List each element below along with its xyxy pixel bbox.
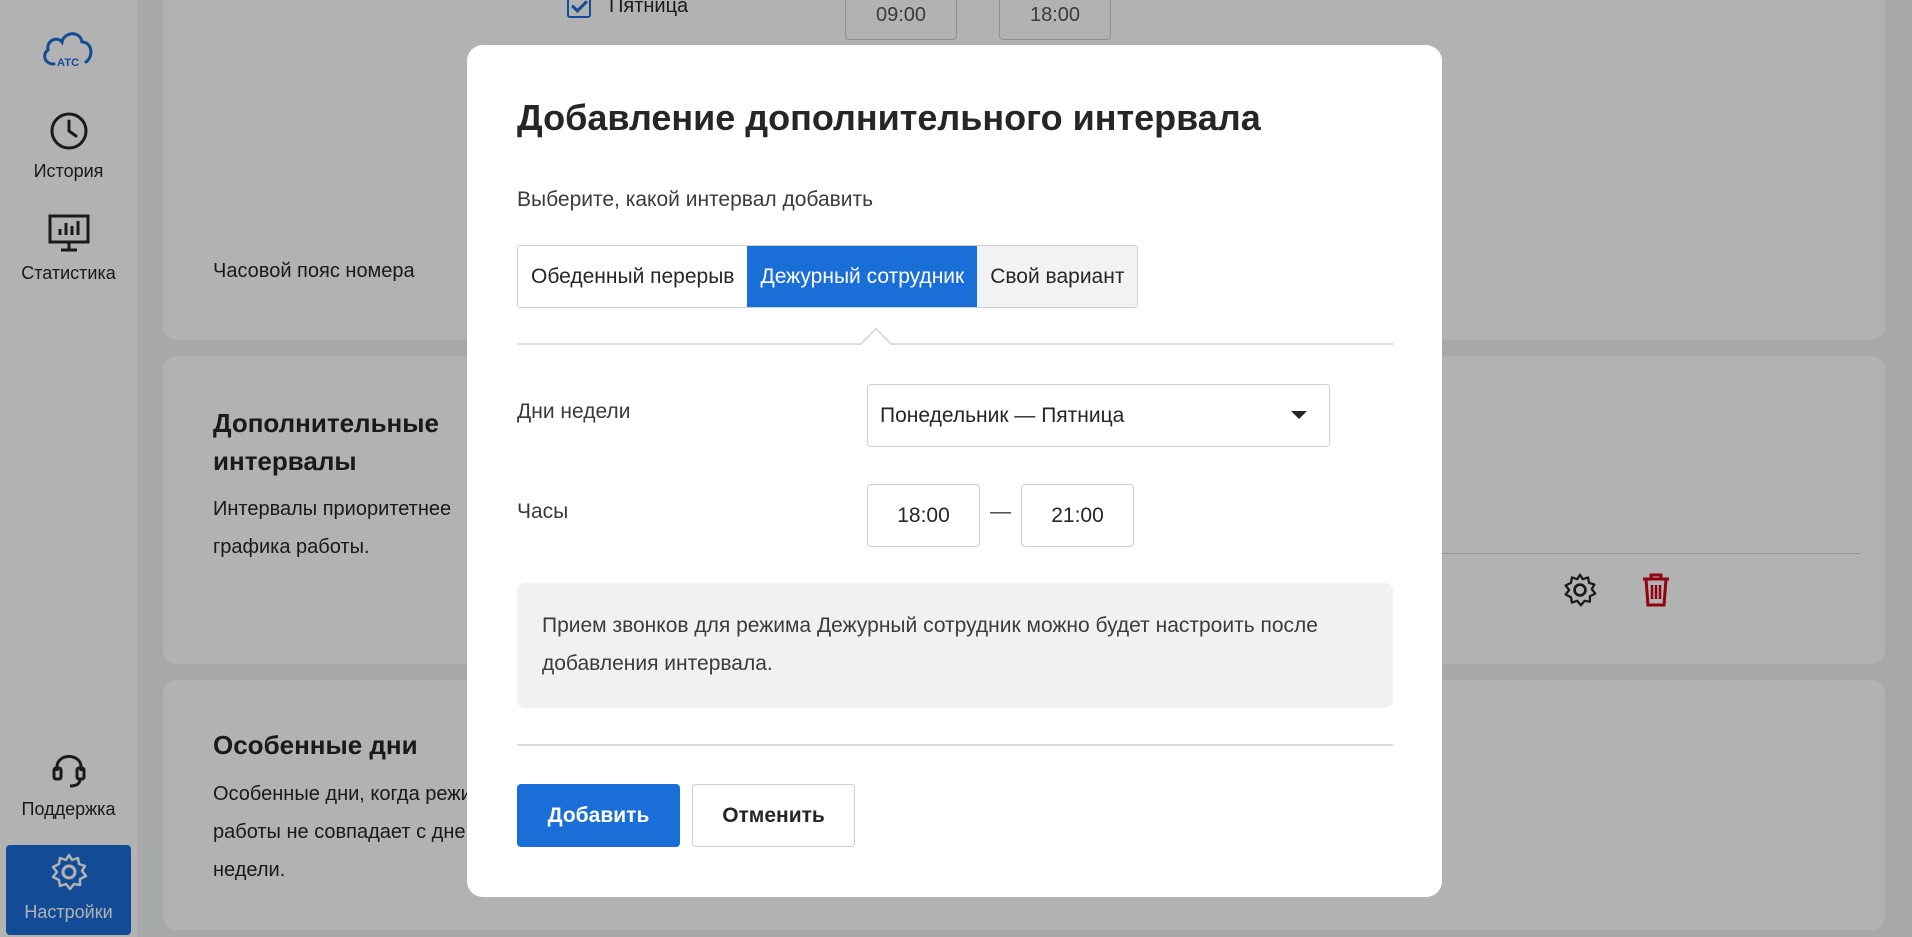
days-label: Дни недели [517,400,631,423]
modal-title: Добавление дополнительного интервала [517,97,1261,138]
tab-lunch-break[interactable]: Обеденный перерыв [518,246,748,307]
days-select-value: Понедельник — Пятница [880,403,1125,427]
info-message: Прием звонков для режима Дежурный сотруд… [517,583,1393,708]
interval-type-selector: Обеденный перерыв Дежурный сотрудник Сво… [517,245,1139,308]
add-button[interactable]: Добавить [517,784,680,847]
tab-pointer [860,327,892,359]
modal-subtitle: Выберите, какой интервал добавить [517,188,874,211]
cancel-button[interactable]: Отменить [692,784,855,847]
days-select[interactable]: Понедельник — Пятница [867,384,1330,447]
hours-to-input[interactable]: 21:00 [1021,484,1134,547]
chevron-down-icon [1291,411,1307,419]
tab-custom[interactable]: Свой вариант [977,246,1138,307]
add-interval-modal: Добавление дополнительного интервала Выб… [467,45,1442,897]
tab-duty-employee[interactable]: Дежурный сотрудник [747,246,978,307]
hours-label: Часы [517,500,569,523]
footer-divider [517,744,1393,746]
hours-dash: — [990,500,1011,523]
tab-divider [517,343,1393,345]
hours-from-input[interactable]: 18:00 [867,484,980,547]
